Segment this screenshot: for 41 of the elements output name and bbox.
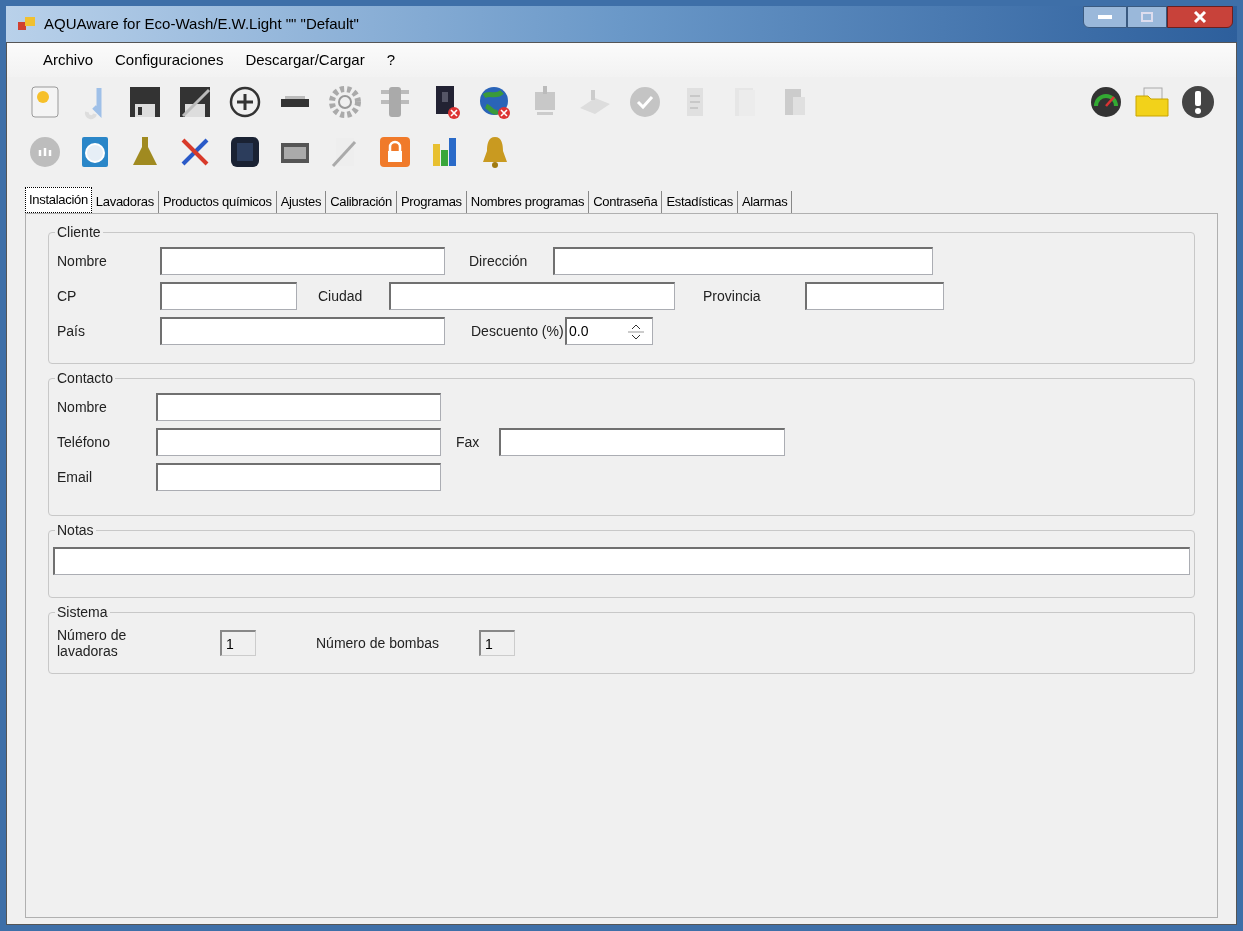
minimize-icon <box>1098 15 1112 19</box>
field-label: Número de lavadoras <box>57 627 128 659</box>
field-label: Nombre <box>57 397 108 417</box>
field-label: País <box>57 321 86 341</box>
field-label: Ciudad <box>318 286 364 306</box>
minimize-button[interactable] <box>1083 6 1127 28</box>
field-label: CP <box>57 286 78 306</box>
text-field[interactable] <box>160 317 445 345</box>
number-field[interactable]: 1 <box>220 630 256 656</box>
field-label: Teléfono <box>57 432 111 452</box>
spin-box[interactable]: 0.0 <box>565 317 653 345</box>
menu-item[interactable]: Configuraciones <box>115 48 224 72</box>
spin-value: 0.0 <box>568 322 590 341</box>
text-field[interactable] <box>160 247 445 275</box>
text-field[interactable] <box>156 393 441 421</box>
maximize-button[interactable] <box>1127 6 1167 28</box>
text-field[interactable] <box>499 428 785 456</box>
number-field[interactable]: 1 <box>479 630 515 656</box>
text-field[interactable] <box>53 547 1190 575</box>
text-field[interactable] <box>553 247 933 275</box>
menu-item[interactable]: ? <box>386 48 395 72</box>
tab[interactable]: Instalación <box>25 187 92 213</box>
text-field[interactable] <box>156 428 441 456</box>
field-label: Provincia <box>703 286 762 306</box>
maximize-icon <box>1141 12 1153 22</box>
field-label: Nombre <box>57 251 108 271</box>
menu-item[interactable]: Descargar/Cargar <box>245 48 365 72</box>
text-field[interactable] <box>389 282 675 310</box>
field-label: Fax <box>456 432 481 452</box>
field-label: Dirección <box>469 251 529 271</box>
text-field[interactable] <box>805 282 944 310</box>
menu-item[interactable]: Archivo <box>43 48 94 72</box>
field-label: Número de bombas <box>316 633 440 653</box>
window-title: AQUAware for Eco-Wash/E.W.Light "" "Default" <box>44 13 359 34</box>
text-field[interactable] <box>156 463 441 491</box>
field-label: Descuento (%) <box>471 321 565 341</box>
close-icon <box>1193 11 1207 23</box>
close-button[interactable] <box>1167 6 1233 28</box>
text-field[interactable] <box>160 282 297 310</box>
app-icon <box>18 16 36 32</box>
field-label: Email <box>57 467 93 487</box>
